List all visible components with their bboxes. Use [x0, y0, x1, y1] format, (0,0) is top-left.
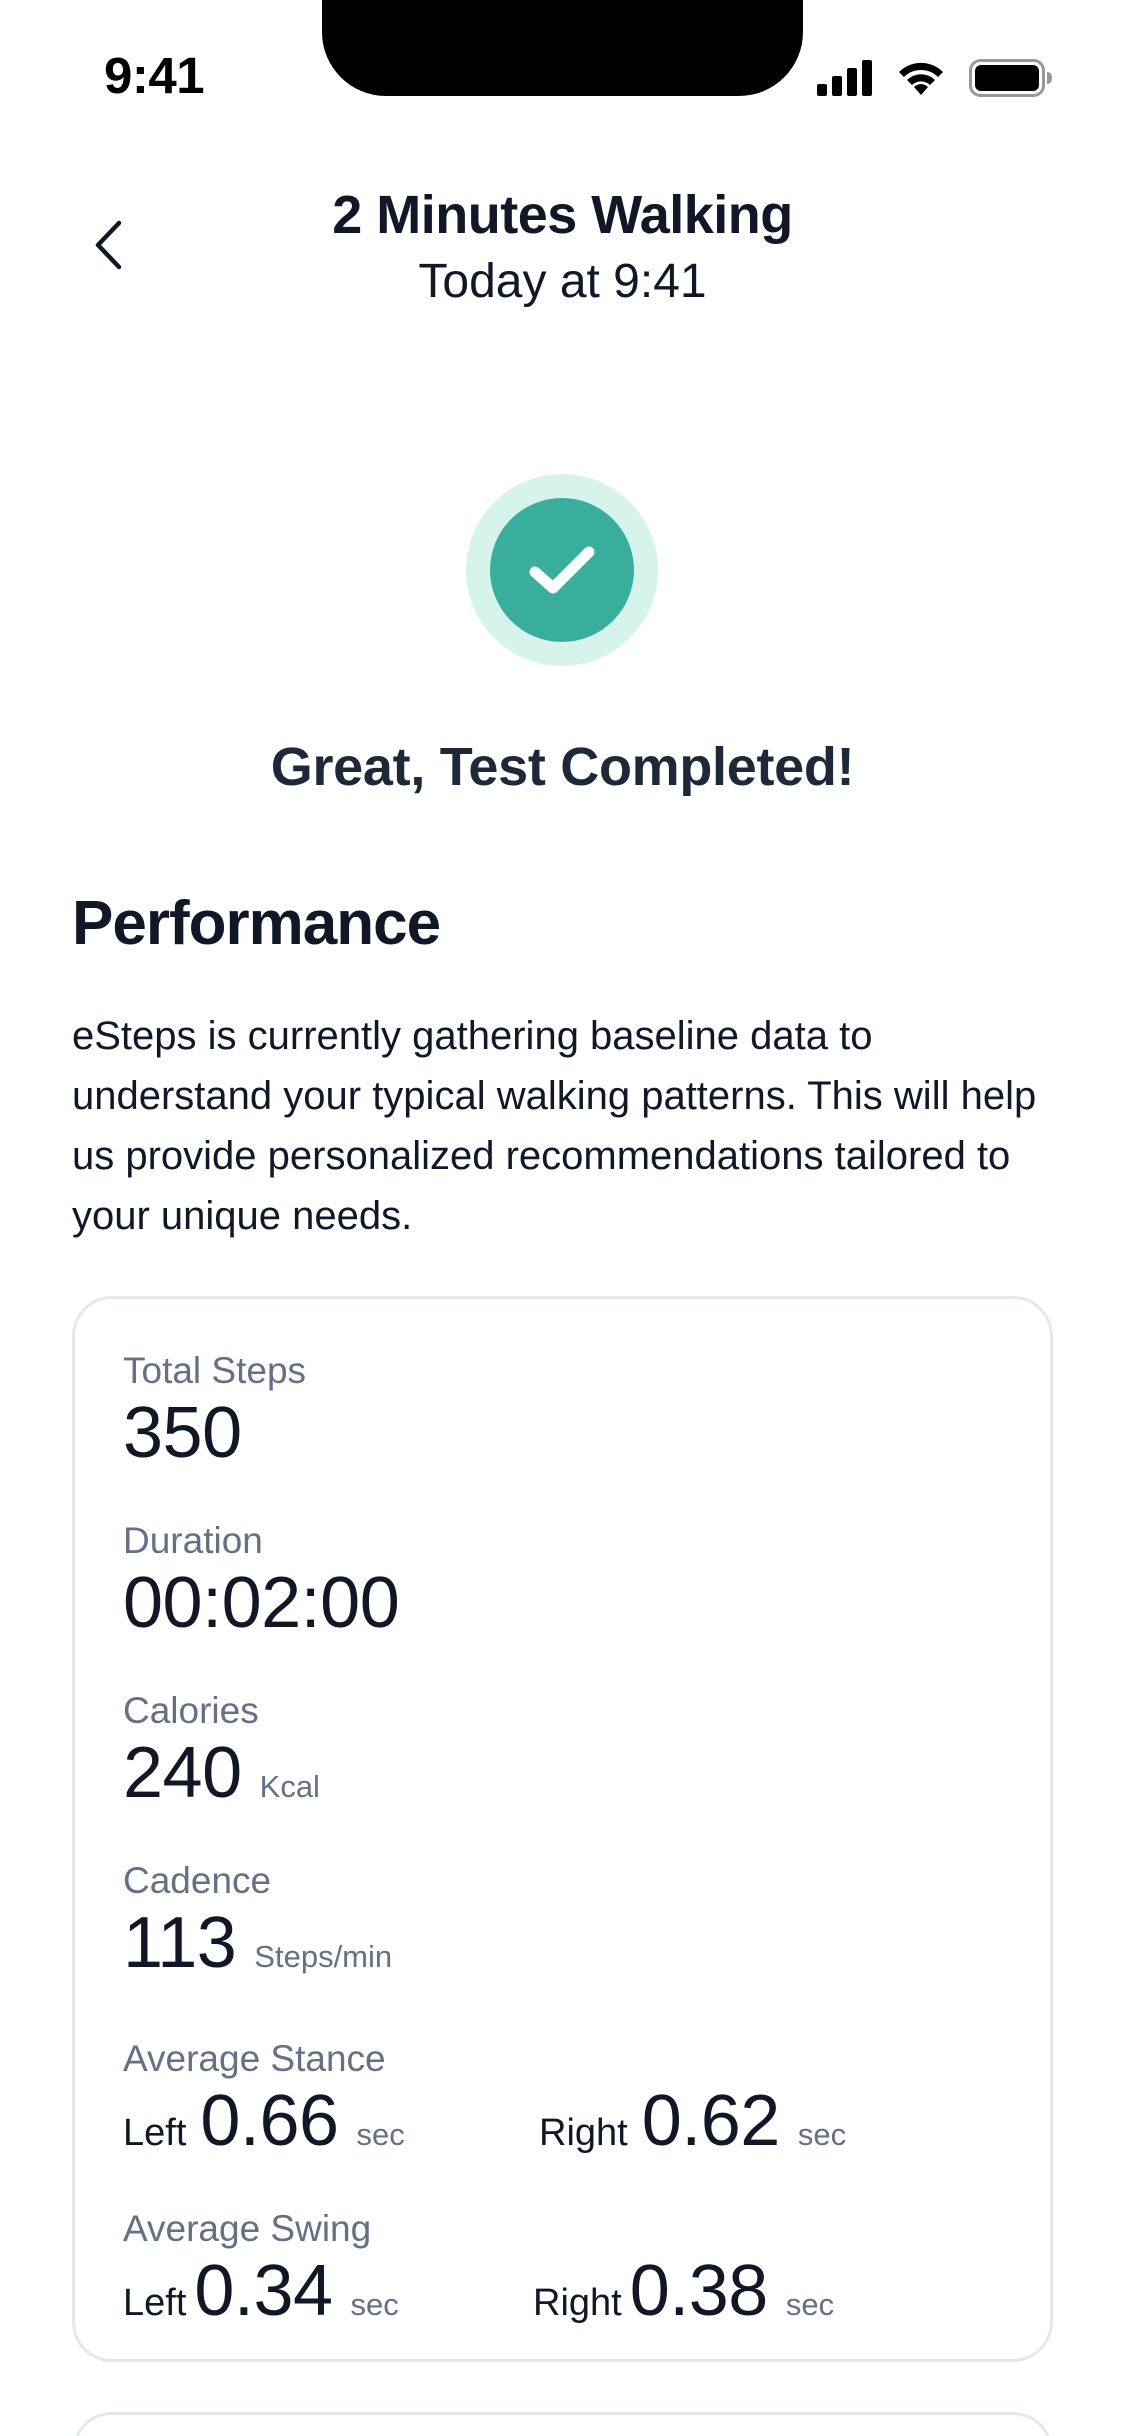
metrics-card: Total Steps 350 Duration 00:02:00 Calori…: [72, 1296, 1053, 2362]
page-subtitle: Today at 9:41: [418, 255, 707, 308]
battery-icon: [969, 59, 1052, 97]
metric-value: 350: [123, 1393, 242, 1473]
metric-value: 0.62: [641, 2081, 781, 2161]
checkmark-icon: [529, 546, 595, 594]
metric-value: 240: [123, 1733, 242, 1813]
metric-value: 00:02:00: [123, 1563, 400, 1643]
metric-label: Duration: [123, 1520, 263, 1561]
metric-calories: Calories 240 Kcal: [123, 1689, 320, 1813]
metric-average-swing: Average Swing Left 0.34 sec Right 0.38 s…: [123, 2207, 1003, 2331]
next-card: [72, 2412, 1053, 2436]
success-message: Great, Test Completed!: [270, 737, 855, 797]
metric-label: Average Stance: [123, 2038, 386, 2079]
metric-unit: Kcal: [259, 1769, 320, 1804]
swing-left: Left 0.34 sec: [123, 2251, 399, 2331]
metric-label: Calories: [123, 1690, 259, 1731]
cellular-signal-icon: [817, 60, 872, 96]
side-label: Right: [533, 2282, 622, 2324]
status-time: 9:41: [104, 47, 205, 104]
success-circle: [490, 498, 634, 642]
metric-unit: Steps/min: [254, 1939, 393, 1974]
side-label: Left: [123, 2282, 187, 2324]
header: 2 Minutes Walking Today at 9:41: [0, 180, 1125, 320]
metric-label: Cadence: [123, 1860, 272, 1901]
performance-title: Performance: [72, 889, 441, 958]
swing-right: Right 0.38 sec: [533, 2251, 834, 2331]
wifi-icon: [899, 62, 943, 95]
stance-left: Left 0.66 sec: [123, 2081, 405, 2161]
metric-total-steps: Total Steps 350: [123, 1349, 306, 1473]
metric-value: 0.66: [200, 2081, 339, 2161]
side-label: Right: [539, 2112, 628, 2154]
metric-unit: sec: [785, 2287, 835, 2322]
device-notch: [322, 0, 803, 96]
metric-unit: sec: [350, 2287, 399, 2322]
page-title: 2 Minutes Walking: [332, 185, 793, 245]
metric-value: 0.38: [629, 2251, 769, 2331]
status-icons: [817, 58, 1053, 98]
metric-label: Total Steps: [123, 1350, 307, 1391]
metric-value: 0.34: [194, 2251, 333, 2331]
stance-right: Right 0.62 sec: [539, 2081, 846, 2161]
side-label: Left: [123, 2112, 187, 2154]
metric-unit: sec: [356, 2117, 405, 2152]
status-bar: 9:41: [0, 0, 1125, 132]
success-badge: [466, 474, 658, 666]
metric-label: Average Swing: [123, 2208, 372, 2249]
metric-unit: sec: [797, 2117, 847, 2152]
metric-average-stance: Average Stance Left 0.66 sec Right 0.62 …: [123, 2037, 1003, 2161]
metric-cadence: Cadence 113 Steps/min: [123, 1859, 392, 1983]
metric-value: 113: [123, 1903, 237, 1983]
metric-duration: Duration 00:02:00: [123, 1519, 400, 1643]
performance-description: eSteps is currently gathering baseline d…: [72, 1014, 1037, 1238]
